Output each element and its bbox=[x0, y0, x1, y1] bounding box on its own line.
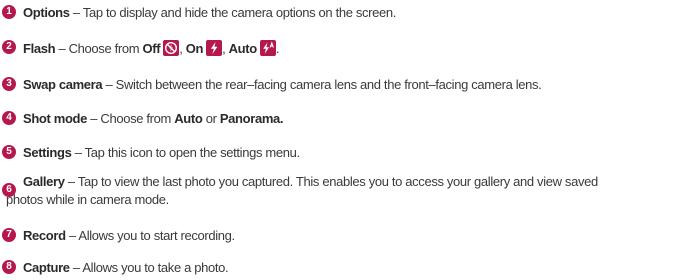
item-term: Record bbox=[23, 228, 66, 243]
item-description: – Tap this icon to open the settings men… bbox=[71, 145, 300, 160]
item-number-badge: 7 bbox=[2, 228, 16, 242]
sentence-end: . bbox=[275, 41, 280, 56]
item-description: – Choose from bbox=[55, 41, 143, 56]
list-item-text: Flash – Choose from Off , On , Auto . bbox=[23, 40, 279, 57]
item-term: Gallery bbox=[23, 174, 65, 189]
item-term: Swap camera bbox=[23, 77, 103, 92]
item-term: Options bbox=[23, 5, 70, 20]
item-number-badge: 2 bbox=[2, 40, 16, 54]
item-number-badge: 8 bbox=[2, 260, 16, 274]
shot-mode-option-panorama: Panorama. bbox=[219, 111, 284, 126]
item-number-badge: 1 bbox=[2, 5, 16, 19]
list-item-text: Capture – Allows you to take a photo. bbox=[23, 259, 229, 276]
list-item-text: Swap camera – Switch between the rear–fa… bbox=[23, 76, 542, 93]
flash-option-on: On bbox=[185, 41, 204, 56]
item-term: Settings bbox=[23, 145, 72, 160]
list-item-text: Settings – Tap this icon to open the set… bbox=[23, 144, 300, 161]
flash-option-auto: Auto bbox=[228, 41, 258, 56]
item-description: – Tap to view the last photo you capture… bbox=[64, 174, 598, 189]
list-item-text: Shot mode – Choose from Auto or Panorama… bbox=[23, 110, 284, 127]
item-term: Capture bbox=[23, 260, 70, 275]
item-description: – Choose from bbox=[87, 111, 175, 126]
item-description: – Switch between the rear–facing camera … bbox=[102, 77, 542, 92]
flash-auto-icon bbox=[259, 40, 276, 56]
item-number-badge: 3 bbox=[2, 77, 16, 91]
item-number-badge: 5 bbox=[2, 145, 16, 159]
item-description: – Allows you to start recording. bbox=[65, 228, 235, 243]
list-item-text: Record – Allows you to start recording. bbox=[23, 227, 235, 244]
item-description: – Allows you to take a photo. bbox=[69, 260, 229, 275]
shot-mode-option-auto: Auto bbox=[174, 111, 203, 126]
list-item-text: Options – Tap to display and hide the ca… bbox=[23, 4, 396, 21]
item-description: or bbox=[202, 111, 220, 126]
flash-option-off: Off bbox=[142, 41, 161, 56]
item-number-badge: 4 bbox=[2, 111, 16, 125]
item-description: – Tap to display and hide the camera opt… bbox=[69, 5, 397, 20]
list-item-gallery: 6 Gallery – Tap to view the last photo y… bbox=[0, 173, 692, 209]
item-term: Shot mode bbox=[23, 111, 88, 126]
list-item-text: Gallery – Tap to view the last photo you… bbox=[23, 173, 598, 190]
flash-off-icon bbox=[163, 40, 180, 56]
flash-on-icon bbox=[206, 40, 223, 56]
item-term: Flash bbox=[23, 41, 56, 56]
list-item-text-continued: photos while in camera mode. bbox=[6, 192, 169, 207]
